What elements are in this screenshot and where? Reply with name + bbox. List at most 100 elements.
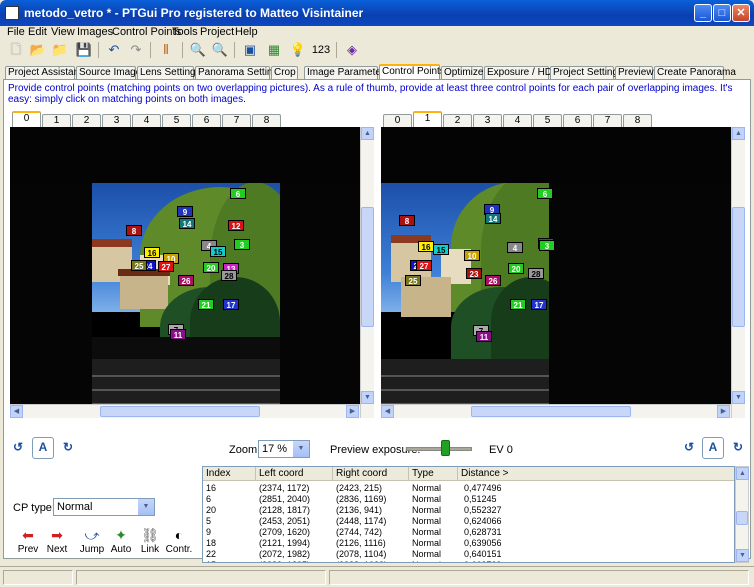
- rotate-right-icon[interactable]: ↻: [728, 438, 748, 458]
- scroll-thumb[interactable]: [732, 207, 745, 327]
- exposure-slider-track[interactable]: [406, 447, 472, 451]
- tab-project-settings[interactable]: Project Settings: [550, 66, 623, 79]
- prev-button[interactable]: ⬅ Prev: [13, 526, 43, 556]
- right-image-tab-2[interactable]: 2: [443, 114, 472, 127]
- zoom-select[interactable]: 17 % ▼: [258, 440, 310, 458]
- left-control-point-15[interactable]: 15: [210, 246, 226, 257]
- zoom-out-icon[interactable]: 🔍: [210, 41, 230, 59]
- column-right-coord[interactable]: Right coord: [333, 467, 409, 481]
- left-control-point-9[interactable]: 9: [177, 206, 193, 217]
- left-image-tab-4[interactable]: 4: [132, 114, 161, 127]
- scroll-up-icon[interactable]: ▲: [736, 467, 749, 480]
- table-scrollbar[interactable]: ▲ ▼: [735, 466, 749, 563]
- right-control-point-28[interactable]: 28: [528, 268, 544, 279]
- right-image-tab-3[interactable]: 3: [473, 114, 502, 127]
- numbering-icon[interactable]: 123: [310, 41, 332, 59]
- scroll-down-icon[interactable]: ▼: [732, 391, 745, 404]
- scroll-thumb[interactable]: [736, 511, 748, 525]
- left-image-tab-6[interactable]: 6: [192, 114, 221, 127]
- left-control-point-28[interactable]: 28: [221, 270, 237, 281]
- right-image-tab-0[interactable]: 0: [383, 114, 412, 127]
- tab-crop[interactable]: Crop: [271, 66, 298, 79]
- right-image-tab-8[interactable]: 8: [623, 114, 652, 127]
- exposure-slider-thumb[interactable]: [441, 440, 450, 456]
- tab-control-points[interactable]: Control Points: [379, 64, 445, 79]
- right-control-point-3[interactable]: 3: [539, 240, 555, 251]
- menu-edit[interactable]: Edit: [28, 26, 47, 39]
- table-row[interactable]: 18 (2121, 1994) (2126, 1116) Normal 0,639056: [203, 538, 734, 549]
- scroll-left-icon[interactable]: ◀: [381, 405, 394, 418]
- right-control-point-4[interactable]: 4: [507, 242, 523, 253]
- title-bar[interactable]: metodo_vetro * - PTGui Pro registered to…: [0, 0, 754, 26]
- left-control-point-20[interactable]: 20: [203, 262, 219, 273]
- left-control-point-17[interactable]: 17: [223, 299, 239, 310]
- right-horizontal-scrollbar[interactable]: ◀ ▶: [381, 404, 731, 418]
- left-control-point-12[interactable]: 12: [228, 220, 244, 231]
- rotate-left-icon[interactable]: ↺: [8, 438, 28, 458]
- undo-icon[interactable]: ↶: [104, 41, 124, 59]
- left-image-viewer[interactable]: 691412841531610242527201328262117711: [10, 127, 360, 418]
- table-row[interactable]: 22 (2072, 1982) (2078, 1104) Normal 0,640151: [203, 549, 734, 560]
- tab-lens-settings[interactable]: Lens Settings: [137, 66, 201, 79]
- menu-control-points[interactable]: Control Points: [112, 26, 181, 39]
- left-control-point-27[interactable]: 27: [158, 261, 174, 272]
- tab-panorama-settings[interactable]: Panorama Settings: [195, 66, 283, 79]
- jump-button[interactable]: ⤻ Jump: [77, 526, 107, 556]
- auto-fit-left-button[interactable]: A: [32, 437, 54, 459]
- scroll-left-icon[interactable]: ◀: [10, 405, 23, 418]
- tab-source-images[interactable]: Source Images: [76, 66, 146, 79]
- right-control-point-21[interactable]: 21: [510, 299, 526, 310]
- table-row[interactable]: 9 (2709, 1620) (2744, 742) Normal 0,628731: [203, 527, 734, 538]
- maximize-button[interactable]: □: [713, 4, 731, 22]
- table-row[interactable]: 15 (2383, 1895) (2388, 1023) Normal 0,663729: [203, 560, 734, 562]
- column-index[interactable]: Index: [203, 467, 256, 481]
- menu-help[interactable]: Help: [235, 26, 258, 39]
- tab-project-assistant[interactable]: Project Assistant: [5, 66, 82, 79]
- right-image-tab-4[interactable]: 4: [503, 114, 532, 127]
- right-image-tab-7[interactable]: 7: [593, 114, 622, 127]
- control-points-table[interactable]: Index Left coord Right coord Type Distan…: [202, 466, 735, 563]
- batch-icon[interactable]: ◈: [342, 41, 362, 59]
- redo-icon[interactable]: ↷: [126, 41, 146, 59]
- tab-exposure-hdr[interactable]: Exposure / HDR: [484, 66, 559, 79]
- left-control-point-21[interactable]: 21: [198, 299, 214, 310]
- close-button[interactable]: ✕: [732, 4, 750, 22]
- menu-file[interactable]: File: [7, 26, 25, 39]
- left-control-point-8[interactable]: 8: [126, 225, 142, 236]
- scroll-thumb[interactable]: [471, 406, 631, 417]
- new-file-icon[interactable]: 🗋: [6, 41, 26, 59]
- right-control-point-8[interactable]: 8: [399, 215, 415, 226]
- next-button[interactable]: ➡ Next: [42, 526, 72, 556]
- cp-type-select[interactable]: Normal ▼: [53, 498, 155, 516]
- table-row[interactable]: 5 (2453, 2051) (2448, 1174) Normal 0,624066: [203, 516, 734, 527]
- left-image-tab-5[interactable]: 5: [162, 114, 191, 127]
- left-image-tab-8[interactable]: 8: [252, 114, 281, 127]
- left-horizontal-scrollbar[interactable]: ◀ ▶: [10, 404, 360, 418]
- right-control-point-25[interactable]: 25: [405, 275, 421, 286]
- contrast-button[interactable]: ◐ Contr.: [164, 526, 194, 556]
- panorama-editor-icon[interactable]: ▣: [240, 41, 260, 59]
- add-images-icon[interactable]: 📁: [50, 41, 70, 59]
- auto-fit-right-button[interactable]: A: [702, 437, 724, 459]
- menu-tools[interactable]: Tools: [172, 26, 198, 39]
- scroll-up-icon[interactable]: ▲: [732, 127, 745, 140]
- tab-image-parameters[interactable]: Image Parameters: [304, 66, 389, 79]
- zoom-in-icon[interactable]: 🔍: [188, 41, 208, 59]
- column-left-coord[interactable]: Left coord: [256, 467, 333, 481]
- column-distance[interactable]: Distance >: [458, 467, 734, 481]
- right-image-tab-5[interactable]: 5: [533, 114, 562, 127]
- lightbulb-icon[interactable]: 💡: [288, 41, 308, 59]
- left-control-point-26[interactable]: 26: [178, 275, 194, 286]
- scroll-up-icon[interactable]: ▲: [361, 127, 374, 140]
- left-image-tab-3[interactable]: 3: [102, 114, 131, 127]
- left-control-point-16[interactable]: 16: [144, 247, 160, 258]
- menu-view[interactable]: View: [51, 26, 75, 39]
- scroll-down-icon[interactable]: ▼: [736, 549, 749, 562]
- table-row[interactable]: 6 (2851, 2040) (2836, 1169) Normal 0,51245: [203, 494, 734, 505]
- open-folder-icon[interactable]: 📂: [28, 41, 48, 59]
- scroll-thumb[interactable]: [361, 207, 374, 327]
- left-image-tab-2[interactable]: 2: [72, 114, 101, 127]
- right-control-point-20[interactable]: 20: [508, 263, 524, 274]
- scroll-thumb[interactable]: [100, 406, 260, 417]
- right-image-tab-1[interactable]: 1: [413, 111, 442, 127]
